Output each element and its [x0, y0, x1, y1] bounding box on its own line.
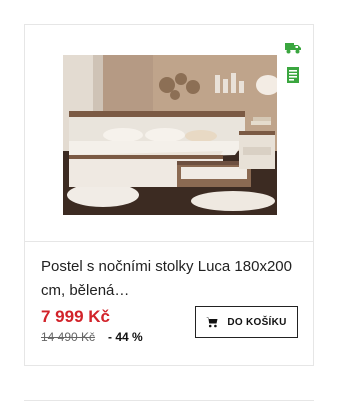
truck-icon [285, 43, 301, 54]
product-badges [285, 39, 301, 95]
bedroom-photo [63, 55, 277, 215]
product-image[interactable] [63, 55, 277, 215]
add-to-cart-button[interactable]: DO KOŠÍKU [195, 306, 298, 338]
add-to-cart-label: DO KOŠÍKU [227, 316, 287, 328]
card-divider [25, 241, 313, 242]
discount-badge: - 44 % [108, 330, 143, 344]
original-price: 14 490 Kč [41, 330, 96, 344]
document-icon [287, 67, 299, 83]
current-price: 7 999 Kč [41, 307, 110, 326]
cart-icon [206, 317, 218, 328]
product-title[interactable]: Postel s nočními stolky Luca 180x200 cm,… [41, 255, 299, 303]
product-card[interactable]: Postel s nočními stolky Luca 180x200 cm,… [24, 24, 314, 366]
